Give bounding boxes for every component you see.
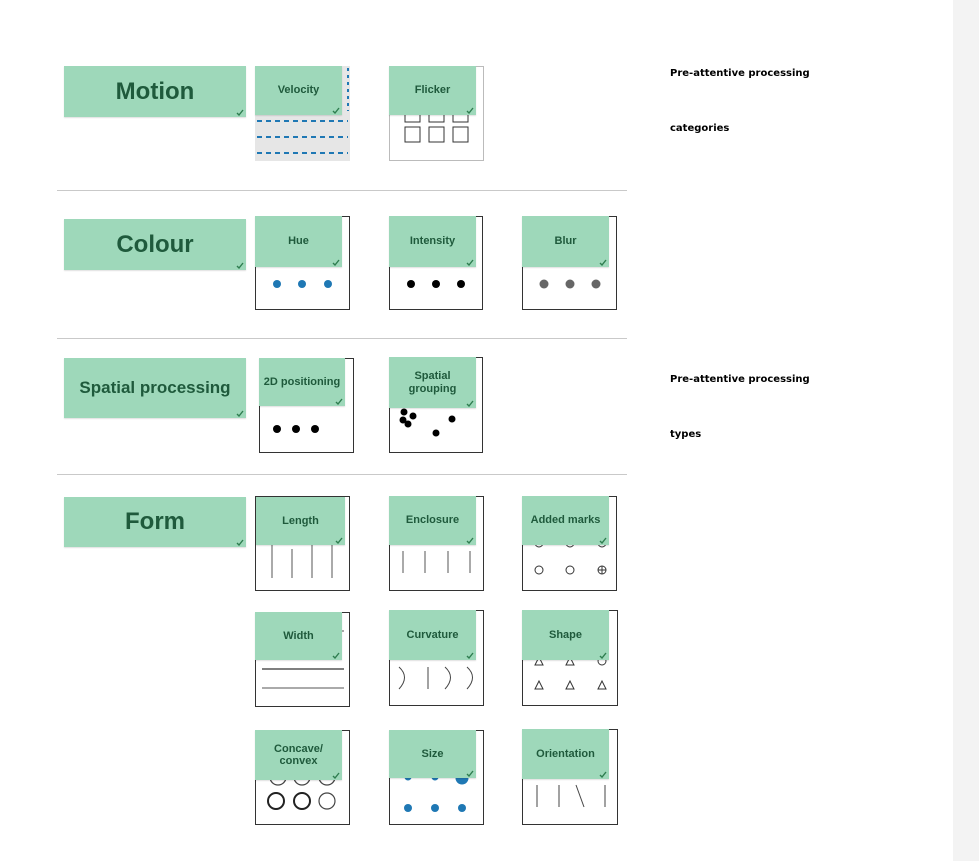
- checkmark-icon: [332, 772, 340, 779]
- item-length[interactable]: Length: [256, 497, 345, 545]
- category-label: Colour: [116, 230, 194, 258]
- divider: [57, 474, 627, 475]
- note-categories-subtitle: categories: [670, 123, 730, 134]
- item-blur[interactable]: Blur: [522, 216, 609, 267]
- divider: [57, 338, 627, 339]
- checkmark-icon: [236, 539, 244, 546]
- item-added-marks[interactable]: Added marks: [522, 496, 609, 545]
- checkmark-icon: [466, 107, 474, 114]
- item-concave-convex[interactable]: Concave/ convex: [255, 730, 342, 780]
- checkmark-icon: [599, 537, 607, 544]
- item-label: Intensity: [409, 235, 456, 248]
- item-spatial-grouping[interactable]: Spatial grouping: [389, 357, 476, 408]
- checkmark-icon: [466, 400, 474, 407]
- item-2d-positioning[interactable]: 2D positioning: [259, 358, 345, 406]
- category-label: Spatial processing: [79, 378, 231, 397]
- category-colour[interactable]: Colour: [64, 219, 246, 270]
- checkmark-icon: [335, 398, 343, 405]
- checkmark-icon: [335, 537, 343, 544]
- item-label: Width: [283, 629, 314, 642]
- checkmark-icon: [599, 259, 607, 266]
- category-motion[interactable]: Motion: [64, 66, 246, 117]
- item-label: 2D positioning: [263, 375, 341, 388]
- checkmark-icon: [599, 771, 607, 778]
- note-categories-title: Pre-attentive processing: [670, 68, 810, 79]
- checkmark-icon: [466, 652, 474, 659]
- item-flicker[interactable]: Flicker: [389, 66, 476, 115]
- checkmark-icon: [466, 537, 474, 544]
- category-label: Motion: [115, 77, 195, 105]
- divider: [57, 190, 627, 191]
- checkmark-icon: [332, 652, 340, 659]
- item-enclosure[interactable]: Enclosure: [389, 496, 476, 545]
- item-label: Enclosure: [405, 514, 460, 527]
- item-shape[interactable]: Shape: [522, 610, 609, 660]
- checkmark-icon: [332, 107, 340, 114]
- item-curvature[interactable]: Curvature: [389, 610, 476, 660]
- checkmark-icon: [236, 410, 244, 417]
- item-label: Spatial grouping: [408, 370, 457, 395]
- item-label: Added marks: [530, 514, 601, 527]
- item-hue[interactable]: Hue: [255, 216, 342, 267]
- checkmark-icon: [332, 259, 340, 266]
- checkmark-icon: [466, 259, 474, 266]
- item-label: Blur: [554, 235, 577, 248]
- item-label: Size: [421, 747, 444, 760]
- checkmark-icon: [599, 652, 607, 659]
- item-orientation[interactable]: Orientation: [522, 729, 609, 779]
- item-label: Concave/ convex: [274, 742, 323, 767]
- note-types-title: Pre-attentive processing: [670, 374, 810, 385]
- item-size[interactable]: Size: [389, 730, 476, 778]
- item-label: Velocity: [277, 84, 320, 97]
- note-types-subtitle: types: [670, 429, 702, 440]
- item-label: Orientation: [536, 747, 595, 760]
- checkmark-icon: [236, 262, 244, 269]
- item-intensity[interactable]: Intensity: [389, 216, 476, 267]
- vertical-scrollbar[interactable]: [953, 0, 979, 861]
- item-label: Shape: [548, 628, 582, 641]
- item-label: Hue: [288, 235, 309, 248]
- item-label: Length: [282, 514, 319, 527]
- category-form[interactable]: Form: [64, 497, 246, 547]
- item-label: Flicker: [414, 84, 451, 97]
- item-label: Curvature: [406, 628, 459, 641]
- category-label: Form: [125, 508, 185, 535]
- checkmark-icon: [466, 770, 474, 777]
- item-velocity[interactable]: Velocity: [255, 66, 342, 115]
- checkmark-icon: [236, 109, 244, 116]
- item-width[interactable]: Width: [255, 612, 342, 660]
- category-spatial-processing[interactable]: Spatial processing: [64, 358, 246, 418]
